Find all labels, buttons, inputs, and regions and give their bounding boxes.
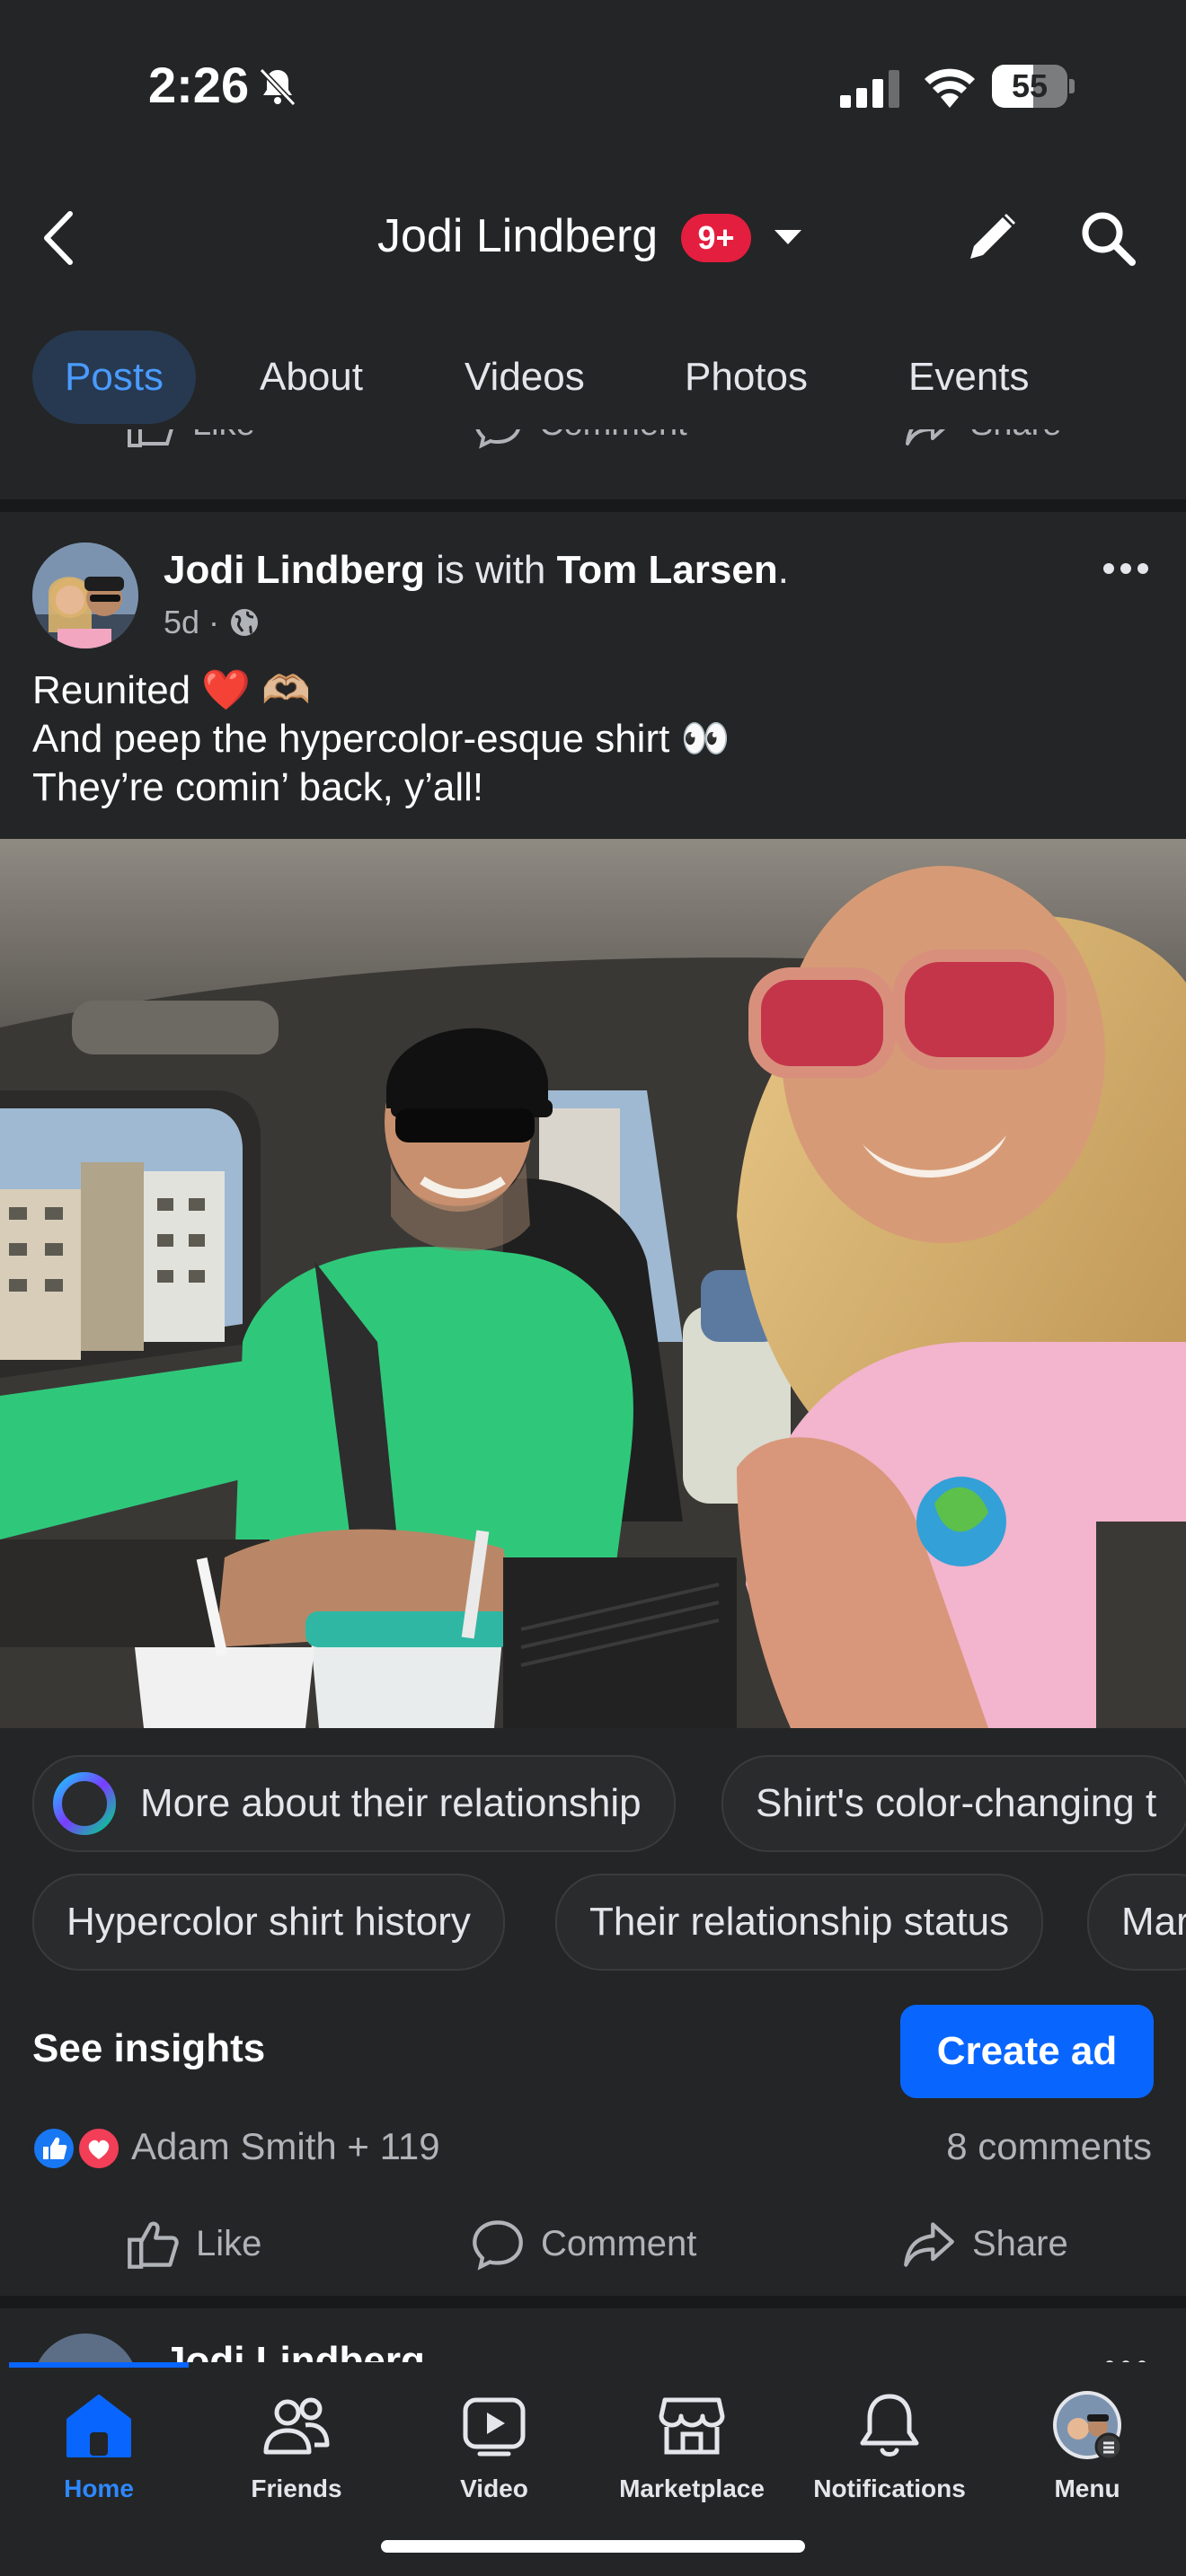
battery-level: 55 [1011, 67, 1049, 104]
share-label: Share [972, 2223, 1068, 2263]
comment-label: Comment [541, 2223, 697, 2263]
comment-count[interactable]: 8 comments [946, 2125, 1152, 2168]
ai-suggestion-chip[interactable]: More about their relationship [32, 1755, 676, 1852]
post-caption: Reunited ❤️ 🫶🏼 And peep the hypercolor-e… [32, 666, 730, 812]
bell-icon [860, 2394, 919, 2457]
prev-comment-label: Comment [539, 429, 687, 444]
post-photo[interactable] [0, 839, 1186, 1728]
author-avatar[interactable] [32, 543, 138, 648]
prev-like-button[interactable]: Like [126, 429, 255, 449]
post-meta: 5d · [164, 604, 261, 641]
share-icon [906, 429, 946, 446]
caption-line: And peep the hypercolor-esque shirt 👀 [32, 717, 730, 761]
caption-line: They’re comin’ back, y’all! [32, 765, 484, 809]
tab-about[interactable]: About [260, 331, 363, 424]
post-divider [0, 499, 1186, 512]
reaction-icons[interactable] [29, 2125, 120, 2172]
share-icon [904, 2222, 954, 2267]
loading-bar [9, 2362, 189, 2368]
next-post-more-icon[interactable]: ••• [1103, 2346, 1152, 2362]
nav-label: Marketplace [619, 2475, 765, 2502]
ai-suggestion-chip[interactable]: Hypercolor shirt history [32, 1874, 505, 1971]
profile-name-title[interactable]: Jodi Lindberg [377, 209, 658, 263]
bell-slash-icon [259, 67, 296, 107]
tab-photos[interactable]: Photos [685, 331, 808, 424]
thumbs-up-icon [128, 2221, 179, 2269]
tab-posts[interactable]: Posts [32, 331, 197, 424]
nav-notifications[interactable]: Notifications [791, 2389, 988, 2503]
meta-dot: · [208, 604, 220, 640]
like-button[interactable]: Like [126, 2215, 261, 2272]
comment-icon [475, 429, 520, 449]
author-line-period: . [777, 548, 789, 592]
home-icon [66, 2395, 131, 2457]
like-label: Like [196, 2223, 262, 2263]
tab-videos[interactable]: Videos [465, 331, 585, 424]
ai-suggestion-chip[interactable]: Shirt's color-changing t [721, 1755, 1186, 1852]
friends-icon [263, 2397, 330, 2455]
caption-line: Reunited ❤️ 🫶🏼 [32, 668, 312, 712]
nav-video[interactable]: Video [395, 2389, 593, 2503]
comment-icon [473, 2220, 523, 2271]
nav-home[interactable]: Home [0, 2389, 198, 2503]
ai-suggestion-chip[interactable]: Mar [1087, 1874, 1186, 1971]
previous-post-actions: Like Comment Share [0, 429, 1186, 498]
more-options-icon[interactable] [1102, 555, 1150, 582]
nav-label: Video [460, 2475, 528, 2502]
wifi-icon [925, 68, 975, 108]
comment-button[interactable]: Comment [471, 2215, 696, 2272]
post-author-line: Jodi Lindberg is with Tom Larsen. [164, 548, 789, 593]
search-icon[interactable] [1078, 208, 1137, 268]
nav-menu[interactable]: Menu [988, 2389, 1186, 2503]
ai-suggestion-chip[interactable]: Their relationship status [555, 1874, 1044, 1971]
prev-share-button[interactable]: Share [904, 429, 1061, 449]
thumbs-up-icon [128, 429, 173, 447]
next-post-author[interactable]: Jodi Lindberg [164, 2339, 425, 2362]
back-arrow-icon[interactable] [38, 208, 83, 268]
prev-like-label: Like [192, 429, 255, 444]
nav-label: Friends [251, 2475, 342, 2502]
notification-count-badge: 9+ [681, 214, 751, 262]
nav-label: Notifications [813, 2475, 966, 2502]
see-insights-link[interactable]: See insights [32, 2026, 265, 2071]
battery-indicator: 55 [992, 65, 1075, 108]
post-author-name[interactable]: Jodi Lindberg [164, 548, 425, 592]
chevron-down-icon[interactable] [773, 226, 803, 248]
nav-label: Menu [1054, 2475, 1120, 2502]
nav-label: Home [64, 2475, 134, 2502]
nav-marketplace[interactable]: Marketplace [593, 2389, 791, 2503]
globe-icon [231, 609, 259, 636]
chip-label: More about their relationship [140, 1781, 642, 1825]
next-post-avatar[interactable] [32, 2333, 138, 2362]
reactors-summary[interactable]: Adam Smith + 119 [131, 2125, 440, 2168]
with-text: is with [436, 548, 546, 592]
marketplace-icon [659, 2397, 725, 2455]
share-button[interactable]: Share [902, 2215, 1068, 2272]
prev-comment-button[interactable]: Comment [473, 429, 687, 449]
cellular-signal-icon [840, 70, 899, 108]
create-ad-button[interactable]: Create ad [900, 2005, 1154, 2098]
status-time: 2:26 [148, 57, 250, 113]
home-indicator[interactable] [381, 2540, 805, 2553]
video-icon [463, 2397, 526, 2457]
next-post-peek: Jodi Lindberg ••• [0, 2308, 1186, 2362]
prev-share-label: Share [970, 429, 1061, 444]
tagged-person-name[interactable]: Tom Larsen [557, 548, 778, 592]
profile-avatar [1053, 2391, 1123, 2461]
tab-events[interactable]: Events [908, 331, 1030, 424]
nav-friends[interactable]: Friends [198, 2389, 395, 2503]
pencil-icon[interactable] [963, 208, 1021, 266]
meta-ai-icon [53, 1772, 116, 1835]
post-time[interactable]: 5d [164, 604, 199, 641]
post-divider [0, 2296, 1186, 2308]
